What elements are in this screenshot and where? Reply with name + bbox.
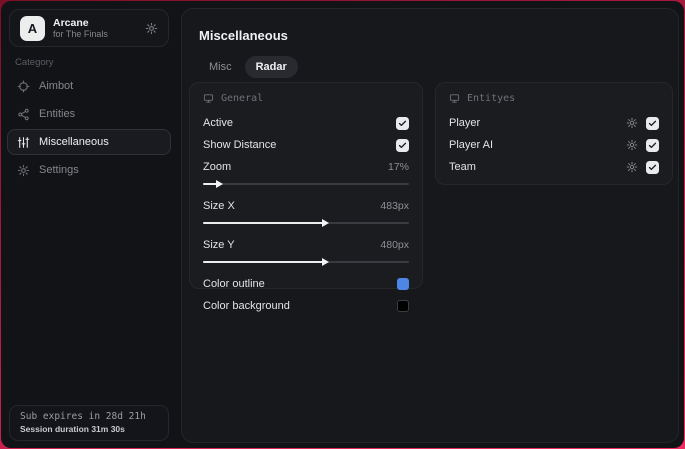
team-config-gear-icon[interactable] [626, 161, 638, 173]
size-y-slider-thumb[interactable] [321, 258, 329, 266]
setting-label: Active [203, 117, 233, 129]
color-background-swatch[interactable] [397, 300, 409, 312]
entities-card: Entityes Player Player AI Team [435, 82, 673, 185]
player-ai-checkbox[interactable] [646, 138, 659, 152]
setting-label: Color outline [203, 278, 265, 290]
setting-row-show-distance: Show Distance [203, 134, 409, 156]
size-y-slider[interactable] [203, 257, 409, 267]
size-x-slider-thumb[interactable] [321, 219, 329, 227]
general-card: General Active Show Distance Zoom 17% Si… [189, 82, 423, 312]
sidebar-item-entities[interactable]: Entities [7, 101, 171, 127]
setting-row-active: Active [203, 112, 409, 134]
setting-row-zoom: Zoom 17% [203, 156, 409, 178]
setting-row-color-outline: Color outline [203, 273, 409, 295]
check-icon [398, 142, 407, 148]
sidebar-item-settings[interactable]: Settings [7, 157, 171, 183]
main-panel: Miscellaneous Misc Radar General Active … [181, 8, 679, 443]
color-outline-swatch[interactable] [397, 278, 409, 290]
size-x-value: 483px [380, 200, 409, 212]
zoom-slider[interactable] [203, 179, 409, 189]
subscription-box: Sub expires in 28d 21h Session duration … [9, 405, 169, 441]
entity-row-player: Player [449, 112, 659, 134]
check-icon [648, 142, 657, 148]
player-checkbox[interactable] [646, 116, 659, 130]
sidebar-item-miscellaneous[interactable]: Miscellaneous [7, 129, 171, 155]
setting-label: Zoom [203, 161, 232, 173]
setting-row-color-background: Color background [203, 295, 409, 317]
app-logo: A [20, 15, 45, 41]
setting-row-size-y: Size Y 480px [203, 234, 409, 256]
sidebar-nav: Aimbot Entities Miscellaneous Settings [7, 73, 171, 185]
page-title: Miscellaneous [199, 28, 288, 43]
category-label: Category [15, 57, 54, 68]
entity-row-player-ai: Player AI [449, 134, 659, 156]
setting-label: Size Y [203, 239, 235, 251]
entities-card-title: Entityes [467, 93, 516, 104]
tab-bar: Misc Radar [198, 56, 298, 78]
sub-expiry-text: Sub expires in 28d 21h [20, 411, 146, 422]
zoom-slider-thumb[interactable] [216, 180, 224, 188]
session-duration-text: Session duration 31m 30s [20, 424, 125, 434]
team-checkbox[interactable] [646, 160, 659, 174]
size-y-value: 480px [380, 239, 409, 251]
entity-label: Player [449, 117, 481, 129]
monitor-icon [449, 93, 460, 104]
player-ai-config-gear-icon[interactable] [626, 139, 638, 151]
crosshair-icon [17, 80, 30, 93]
brand-card: A Arcane for The Finals [9, 9, 169, 47]
entity-label: Team [449, 161, 476, 173]
setting-label: Show Distance [203, 139, 277, 151]
entities-icon [17, 108, 30, 121]
check-icon [398, 120, 407, 126]
setting-label: Color background [203, 300, 290, 312]
check-icon [648, 164, 657, 170]
active-checkbox[interactable] [396, 116, 409, 130]
app-window: A Arcane for The Finals Category Aimbot [1, 1, 684, 448]
setting-label: Size X [203, 200, 235, 212]
sidebar-item-label: Miscellaneous [39, 136, 109, 148]
sliders-icon [17, 136, 30, 149]
app-subtitle: for The Finals [53, 28, 108, 39]
general-card-title: General [221, 93, 264, 104]
sidebar-item-label: Aimbot [39, 80, 74, 92]
tab-misc[interactable]: Misc [198, 56, 243, 78]
sidebar-item-label: Settings [39, 164, 79, 176]
tab-radar[interactable]: Radar [244, 56, 298, 78]
zoom-value: 17% [387, 161, 409, 173]
entity-row-team: Team [449, 156, 659, 178]
entity-label: Player AI [449, 139, 494, 151]
monitor-icon [203, 93, 214, 104]
sidebar-item-aimbot[interactable]: Aimbot [7, 73, 171, 99]
sidebar: A Arcane for The Finals Category Aimbot [1, 1, 177, 448]
player-config-gear-icon[interactable] [626, 117, 638, 129]
app-title: Arcane [53, 16, 89, 29]
check-icon [648, 120, 657, 126]
gear-icon [17, 164, 30, 177]
show-distance-checkbox[interactable] [396, 138, 409, 152]
size-x-slider[interactable] [203, 218, 409, 228]
sidebar-item-label: Entities [39, 108, 76, 120]
setting-row-size-x: Size X 483px [203, 195, 409, 217]
brand-settings-icon[interactable] [145, 22, 158, 35]
